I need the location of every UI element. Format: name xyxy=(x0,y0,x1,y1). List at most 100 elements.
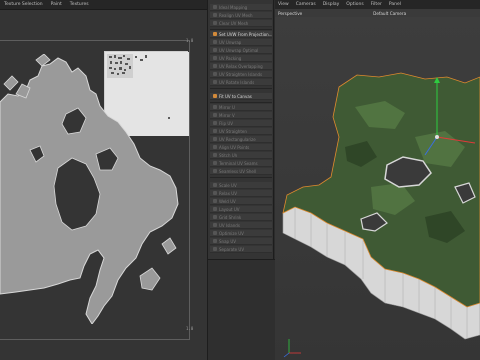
command-label: Seamless UV Shell xyxy=(219,168,257,174)
command-item[interactable]: UV Unwrap xyxy=(210,39,272,46)
world-axis-icon xyxy=(283,339,301,358)
command-item[interactable]: Flip UV xyxy=(210,120,272,127)
command-item[interactable]: Set UVW From Projection... xyxy=(210,31,272,38)
menu-view[interactable]: View xyxy=(278,2,289,7)
command-icon xyxy=(213,183,217,187)
command-icon xyxy=(213,223,217,227)
command-separator xyxy=(210,177,272,178)
command-icon xyxy=(213,48,217,52)
camera-name[interactable]: Default Camera xyxy=(373,11,406,16)
command-icon xyxy=(213,169,217,173)
command-icon xyxy=(213,239,217,243)
command-item[interactable]: UV Relax Overlapping xyxy=(210,63,272,70)
command-item[interactable]: UV Straighten xyxy=(210,128,272,135)
command-item[interactable]: Scale UV xyxy=(210,182,272,189)
command-icon xyxy=(213,199,217,203)
command-icon xyxy=(213,231,217,235)
command-item[interactable]: Layout UV xyxy=(210,206,272,213)
command-item[interactable]: Grid Shrink xyxy=(210,214,272,221)
uv-corner-top-right: 1.0 xyxy=(186,38,194,43)
command-icon xyxy=(213,32,217,36)
command-label: Flip UV xyxy=(219,120,233,126)
menu-textures[interactable]: Textures xyxy=(70,0,89,10)
command-label: Optimize UV xyxy=(219,230,244,236)
command-item[interactable]: Optimize UV xyxy=(210,230,272,237)
command-separator xyxy=(210,88,272,89)
uv-corner-bottom-right: 1.0 xyxy=(186,326,194,331)
command-label: Align UV Points xyxy=(219,144,250,150)
command-icon xyxy=(213,129,217,133)
command-item[interactable]: Stitch UV xyxy=(210,152,272,159)
viewport-status-bar: Perspective Default Camera xyxy=(275,9,480,17)
uv-viewport[interactable]: 1.0 1.0 xyxy=(0,10,207,360)
menu-filter[interactable]: Filter xyxy=(371,2,382,7)
command-item[interactable]: Clear UV Mesh xyxy=(210,20,272,27)
command-item[interactable]: Align UV Points xyxy=(210,144,272,151)
command-label: Realign UV Mesh xyxy=(219,12,253,18)
command-item[interactable]: UV Islands xyxy=(210,222,272,229)
command-separator xyxy=(210,102,272,103)
command-item[interactable]: Mirror V xyxy=(210,112,272,119)
command-item[interactable]: Mirror U xyxy=(210,104,272,111)
terrain-model[interactable] xyxy=(275,17,480,360)
command-item[interactable]: Snap UV xyxy=(210,238,272,245)
command-label: UV Straighten Islands xyxy=(219,71,263,77)
command-item[interactable]: Separate UV xyxy=(210,246,272,253)
command-label: Clear UV Mesh xyxy=(219,20,249,26)
command-icon xyxy=(213,215,217,219)
command-icon xyxy=(213,153,217,157)
command-item[interactable]: UV Packing xyxy=(210,55,272,62)
command-item[interactable]: UV Rotate Islands xyxy=(210,79,272,86)
command-item[interactable]: Terminal UV Seams xyxy=(210,160,272,167)
command-icon xyxy=(213,113,217,117)
command-label: UV Straighten xyxy=(219,128,247,134)
uv-commands-panel: Ideal Mapping Realign UV Mesh Clear UV Mes… xyxy=(207,0,275,360)
3d-viewport[interactable] xyxy=(275,17,480,360)
viewport-menubar: View Cameras Display Options Filter Pane… xyxy=(275,0,480,9)
command-item[interactable]: Seamless UV Shell xyxy=(210,168,272,175)
menu-cameras[interactable]: Cameras xyxy=(296,2,316,7)
menu-panel[interactable]: Panel xyxy=(389,2,401,7)
command-label: Snap UV xyxy=(219,238,236,244)
command-item[interactable]: UV Unwrap Optimal xyxy=(210,47,272,54)
command-separator xyxy=(210,29,272,30)
command-item[interactable]: UV Straighten Islands xyxy=(210,71,272,78)
uv-menubar: Texture Selection Paint Textures xyxy=(0,0,207,10)
command-icon xyxy=(213,40,217,44)
command-label: Scale UV xyxy=(219,182,237,188)
command-icon xyxy=(213,121,217,125)
command-icon xyxy=(213,72,217,76)
command-item[interactable]: Realign UV Mesh xyxy=(210,12,272,19)
command-label: Layout UV xyxy=(219,206,240,212)
view-name: Perspective xyxy=(278,10,303,16)
menu-paint[interactable]: Paint xyxy=(51,0,62,10)
command-label: Mirror V xyxy=(219,112,235,118)
command-label: UV Rectangularize xyxy=(219,136,256,142)
menu-display[interactable]: Display xyxy=(323,2,340,7)
command-label: Stitch UV xyxy=(219,152,238,158)
command-label: Grid Shrink xyxy=(219,214,242,220)
command-icon xyxy=(213,64,217,68)
command-item[interactable]: Relax UV xyxy=(210,190,272,197)
command-icon xyxy=(213,56,217,60)
command-label: Separate UV xyxy=(219,246,245,252)
command-label: Mirror U xyxy=(219,104,235,110)
menu-options[interactable]: Options xyxy=(346,2,363,7)
command-icon xyxy=(213,5,217,9)
command-icon xyxy=(213,80,217,84)
menu-texture-selection[interactable]: Texture Selection xyxy=(4,0,43,10)
command-item[interactable]: Weld UV xyxy=(210,198,272,205)
command-label: UV Unwrap xyxy=(219,39,242,45)
command-icon xyxy=(213,94,217,98)
command-icon xyxy=(213,207,217,211)
command-icon xyxy=(213,145,217,149)
command-item[interactable]: Fit UV to Canvas xyxy=(210,93,272,100)
command-label: UV Unwrap Optimal xyxy=(219,47,259,53)
command-label: UV Islands xyxy=(219,222,240,228)
command-item[interactable]: UV Rectangularize xyxy=(210,136,272,143)
uv-island-map[interactable] xyxy=(0,54,190,324)
command-icon xyxy=(213,105,217,109)
command-item[interactable]: Ideal Mapping xyxy=(210,4,272,11)
command-icon xyxy=(213,161,217,165)
command-icon xyxy=(213,137,217,141)
